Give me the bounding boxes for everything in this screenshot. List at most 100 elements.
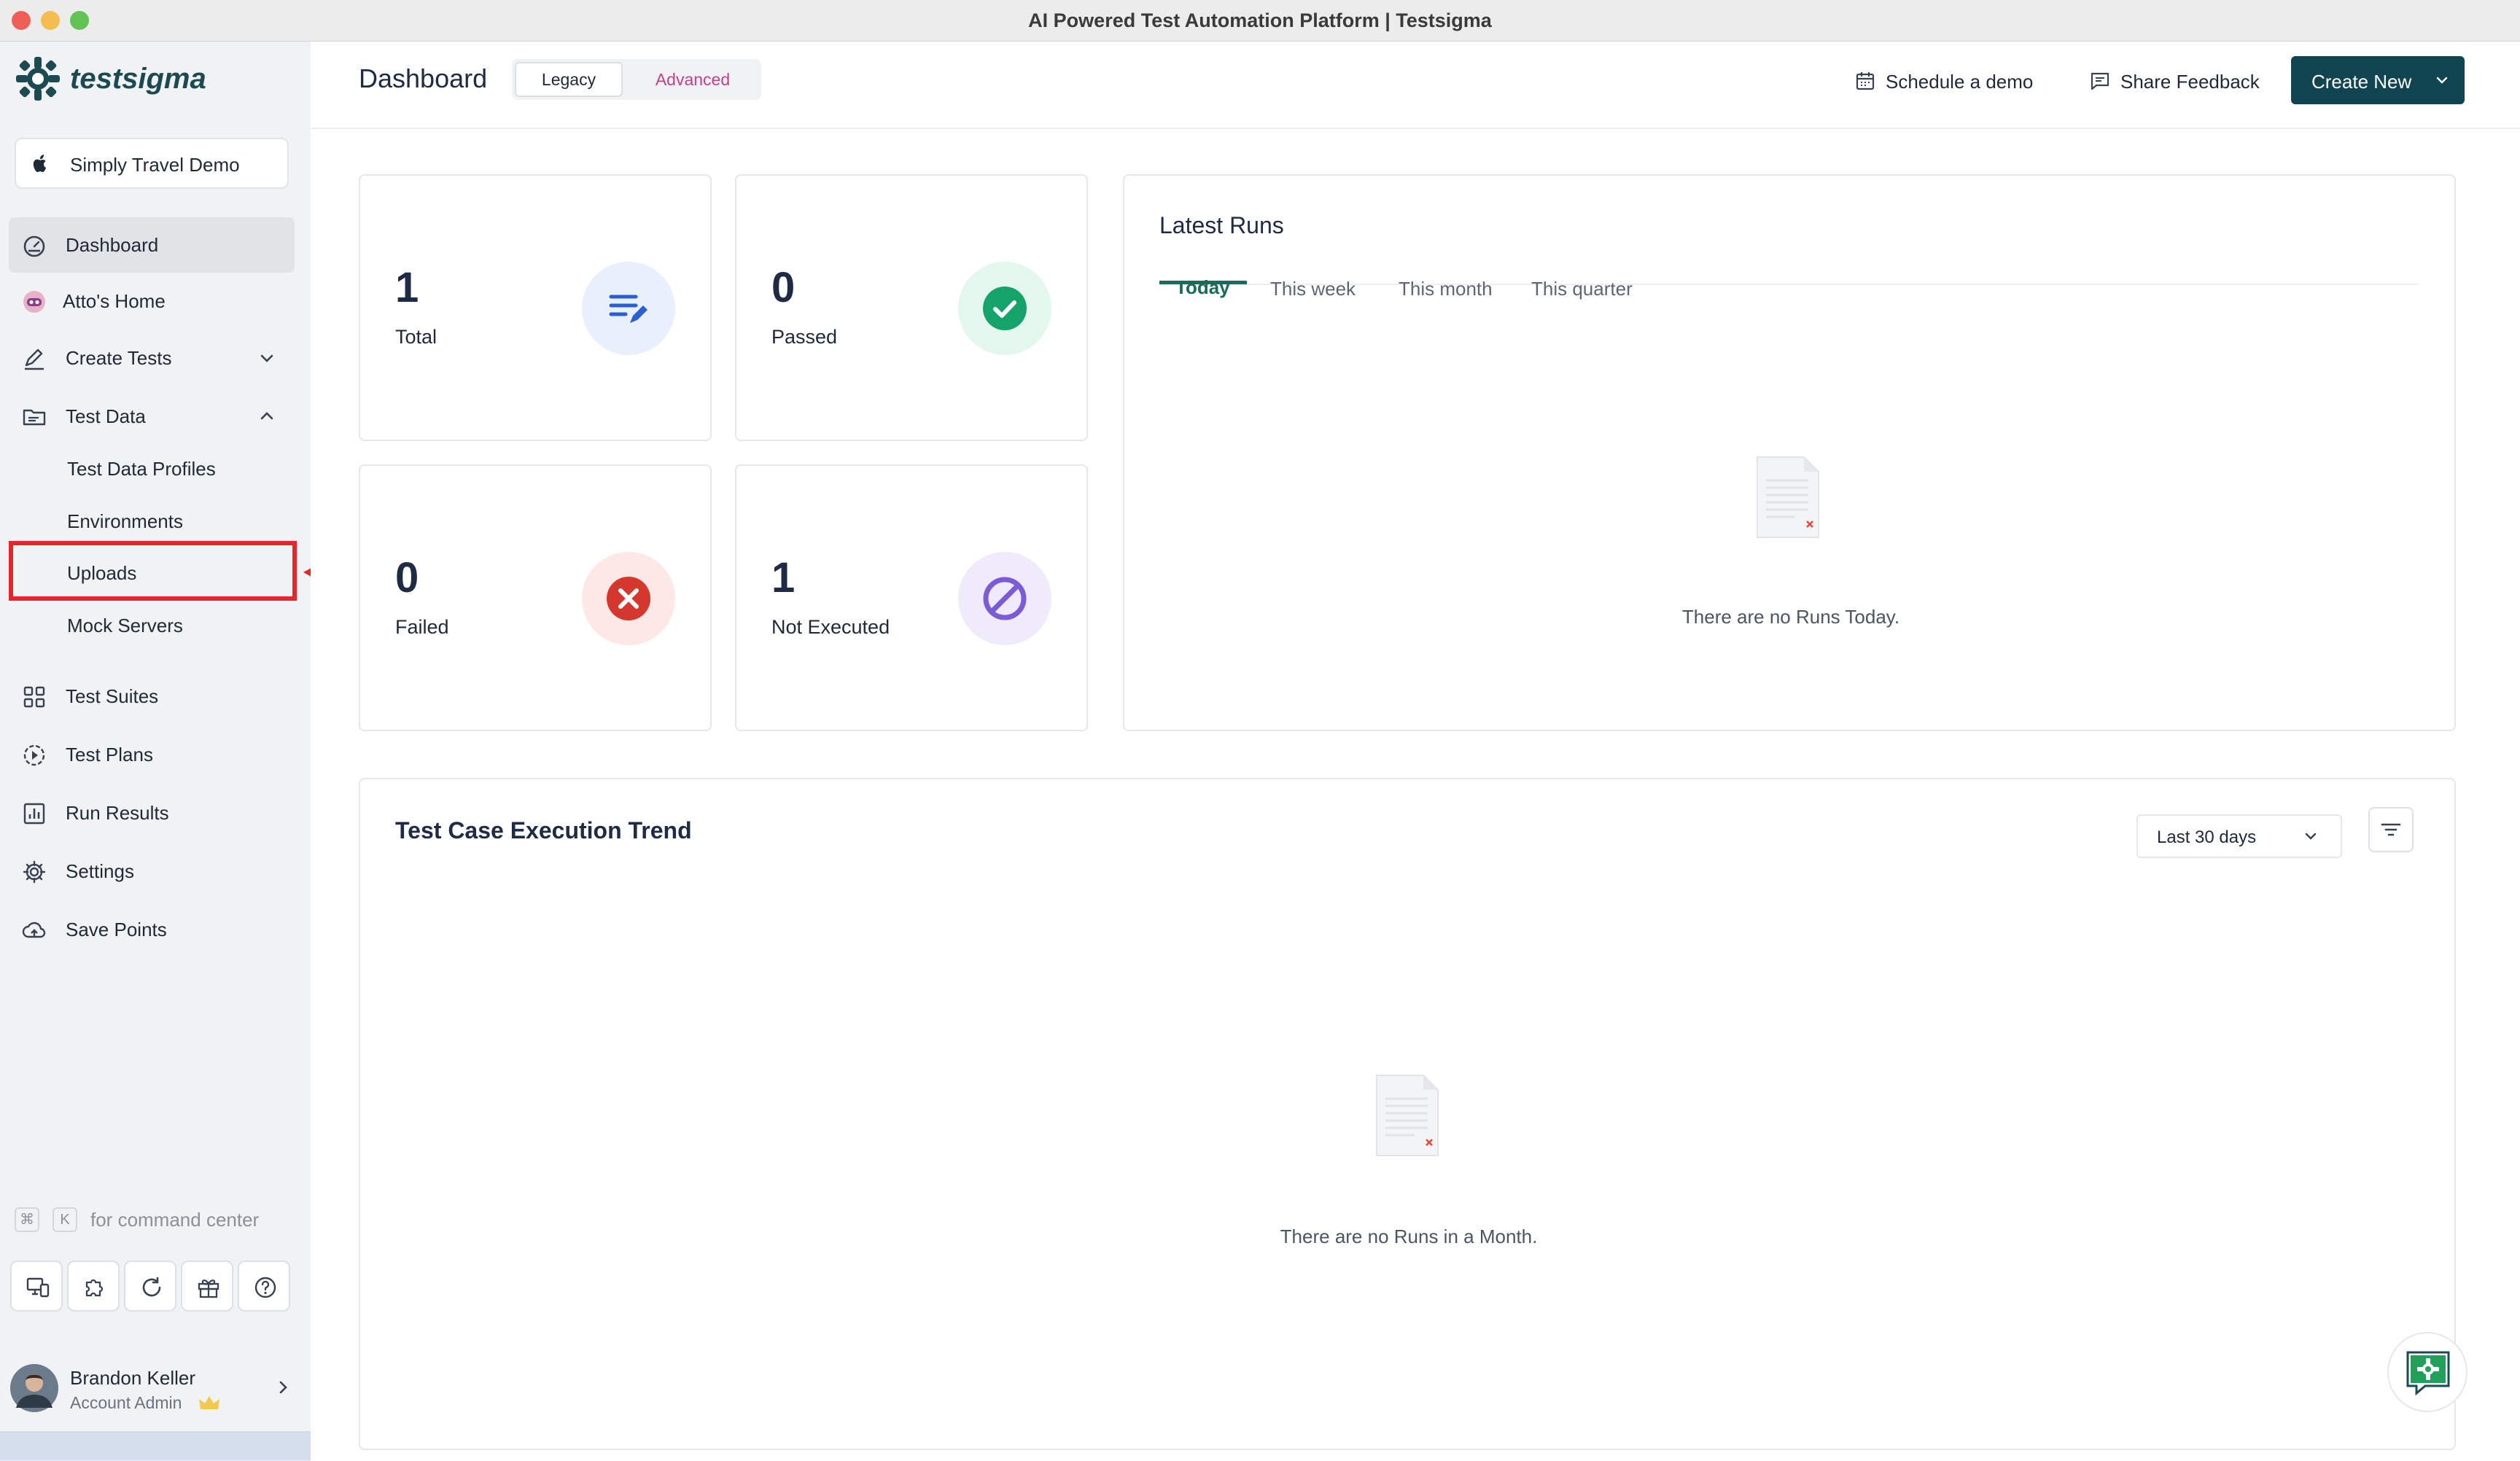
help-button[interactable] [238, 1261, 290, 1312]
stat-icon-badge [958, 262, 1051, 355]
stat-card-total[interactable]: 1 Total [359, 174, 712, 441]
x-circle-icon [607, 577, 650, 620]
stat-label: Total [395, 326, 438, 348]
tab-this-month[interactable]: This month [1399, 278, 1493, 300]
bar-chart-icon [23, 803, 45, 825]
schedule-demo-button[interactable]: Schedule a demo [1855, 61, 2066, 101]
chevron-right-icon [279, 1381, 287, 1394]
legacy-toggle-button[interactable]: Legacy [515, 62, 623, 97]
stat-value: 0 [771, 264, 796, 311]
device-lab-button[interactable] [10, 1261, 63, 1312]
sidebar-subitem-test-data-profiles[interactable]: Test Data Profiles [9, 443, 295, 494]
sidebar-item-test-plans[interactable]: Test Plans [9, 727, 295, 782]
addons-button[interactable] [67, 1261, 120, 1312]
main-content: Dashboard Legacy Advanced Schedule a dem… [311, 42, 2520, 1461]
sidebar-subitem-environments[interactable]: Environments [9, 496, 295, 547]
sidebar-item-label: Test Data [66, 405, 146, 427]
workspace-selector[interactable]: Simply Travel Demo [15, 138, 289, 189]
stat-card-passed[interactable]: 0 Passed [735, 174, 1088, 441]
chevron-down-icon [2305, 833, 2317, 840]
stat-value: 0 [395, 554, 419, 601]
cloud-upload-icon [22, 922, 46, 938]
folder-icon [23, 409, 46, 426]
stat-icon-badge [958, 552, 1051, 645]
brand-name: testsigma [70, 63, 206, 95]
date-range-value: Last 30 days [2157, 827, 2257, 847]
refresh-icon [142, 1277, 161, 1297]
sidebar-item-save-points[interactable]: Save Points [9, 902, 295, 957]
stat-card-not-executed[interactable]: 1 Not Executed [735, 464, 1088, 731]
crown-icon [199, 1396, 219, 1409]
schedule-demo-label: Schedule a demo [1886, 71, 2034, 93]
chat-bot-icon [2406, 1351, 2450, 1396]
sidebar-item-settings[interactable]: Settings [9, 844, 295, 899]
sidebar-item-label: Test Plans [66, 743, 153, 765]
sidebar-item-test-suites[interactable]: Test Suites [9, 669, 295, 724]
empty-runs-message: There are no Runs Today. [1681, 606, 1900, 628]
sidebar-item-label: Save Points [66, 918, 167, 940]
testsigma-logo-icon [16, 57, 60, 101]
desktop-mobile-icon [26, 1277, 50, 1298]
sidebar-item-label: Test Suites [66, 685, 159, 707]
sidebar-subitem-label: Mock Servers [67, 614, 183, 636]
play-circle-icon [23, 744, 45, 766]
sidebar-item-label: Atto's Home [63, 289, 166, 312]
sidebar-subitem-label: Environments [67, 510, 183, 532]
empty-document-icon [1757, 456, 1819, 538]
stat-label: Failed [395, 616, 449, 638]
sidebar-item-test-data[interactable]: Test Data [9, 389, 295, 444]
atto-robot-icon [23, 291, 45, 313]
filter-button[interactable] [2368, 807, 2414, 852]
tab-this-quarter[interactable]: This quarter [1531, 278, 1633, 300]
window-title: AI Powered Test Automation Platform | Te… [1028, 9, 1492, 31]
create-new-label: Create New [2311, 71, 2412, 93]
empty-trend-message: There are no Runs in a Month. [1280, 1226, 1538, 1247]
user-name: Brandon Keller [70, 1367, 195, 1389]
list-edit-icon [609, 295, 648, 323]
puzzle-icon [85, 1279, 104, 1297]
empty-document-icon [1376, 1075, 1439, 1156]
date-range-select[interactable]: Last 30 days [2136, 814, 2342, 858]
gift-icon [198, 1279, 219, 1298]
create-new-button[interactable]: Create New [2291, 56, 2465, 104]
command-center-hint: ⌘ K for command center [15, 1207, 292, 1236]
filter-icon [2381, 823, 2401, 836]
gauge-icon [23, 235, 45, 257]
active-tab-indicator [1159, 281, 1247, 284]
window-title-bar: AI Powered Test Automation Platform | Te… [0, 0, 2520, 42]
stat-label: Passed [771, 326, 838, 348]
brand-logo[interactable]: testsigma [15, 52, 277, 108]
advanced-toggle-button[interactable]: Advanced [629, 62, 757, 97]
k-key: K [52, 1207, 77, 1232]
sidebar-item-label: Settings [66, 860, 134, 882]
sync-button[interactable] [124, 1261, 176, 1312]
chevron-down-icon [2436, 77, 2448, 84]
sidebar-item-run-results[interactable]: Run Results [9, 785, 295, 841]
stat-label: Not Executed [771, 616, 890, 638]
execution-trend-panel: Test Case Execution Trend Last 30 days T… [359, 778, 2456, 1450]
stat-icon-badge [582, 262, 675, 355]
tab-today[interactable]: Today [1175, 276, 1230, 299]
sidebar-subitem-label: Test Data Profiles [67, 457, 216, 480]
sidebar-item-attos-home[interactable]: Atto's Home [9, 273, 295, 329]
user-profile[interactable]: Brandon Keller Account Admin [10, 1358, 295, 1417]
sidebar-item-label: Dashboard [66, 233, 159, 256]
chevron-down-icon[interactable] [258, 349, 276, 367]
trend-title: Test Case Execution Trend [395, 817, 692, 844]
apple-icon [33, 155, 47, 172]
whats-new-button[interactable] [181, 1261, 233, 1312]
highlight-box [9, 541, 297, 601]
tab-this-week[interactable]: This week [1270, 278, 1356, 300]
stat-value: 1 [395, 264, 419, 311]
workspace-name: Simply Travel Demo [70, 154, 240, 176]
gear-icon [23, 860, 46, 884]
sidebar-item-create-tests[interactable]: Create Tests [9, 330, 295, 386]
assistant-chat-button[interactable] [2387, 1332, 2468, 1412]
sidebar-item-dashboard[interactable]: Dashboard [9, 217, 295, 273]
share-feedback-button[interactable]: Share Feedback [2090, 61, 2279, 101]
sidebar-subitem-mock-servers[interactable]: Mock Servers [9, 600, 295, 651]
stat-card-failed[interactable]: 0 Failed [359, 464, 712, 731]
page-title: Dashboard [359, 63, 488, 93]
chevron-up-icon[interactable] [258, 408, 276, 425]
sidebar-item-label: Run Results [66, 801, 169, 824]
